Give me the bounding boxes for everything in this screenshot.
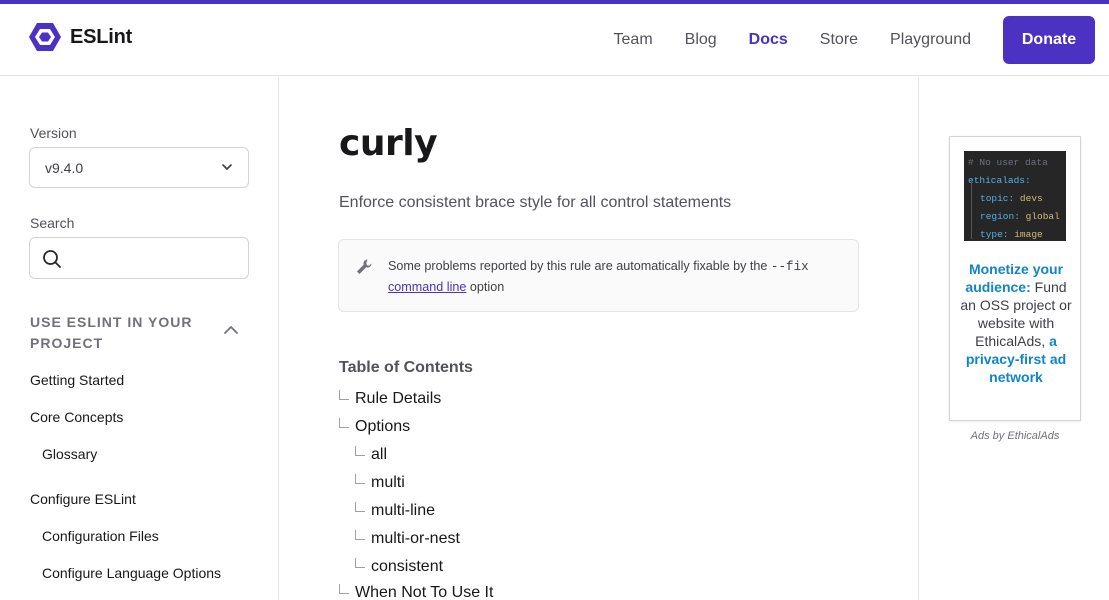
toc-item-label: Options (355, 418, 411, 435)
tree-branch-icon (355, 558, 365, 568)
fixable-notice-after: option (466, 280, 505, 294)
sidebar-item-getting-started[interactable]: Getting Started (30, 372, 124, 388)
ad-code-line: type: image (968, 226, 1066, 241)
nav-playground[interactable]: Playground (890, 31, 971, 49)
search-icon (43, 250, 61, 268)
sidebar-section-title: USE ESLINT IN YOUR PROJECT (30, 314, 193, 351)
fixable-notice: Some problems reported by this rule are … (338, 239, 859, 312)
search-label: Search (30, 215, 75, 231)
ad-code-comment: # No user data (968, 157, 1048, 168)
toc-title: Table of Contents (339, 359, 473, 376)
tree-branch-icon (339, 390, 349, 400)
search-input[interactable] (29, 237, 249, 279)
toc-item-all[interactable]: all (355, 446, 387, 464)
toc-item-label: consistent (371, 558, 444, 575)
ad-code-topic-key: topic: (980, 193, 1015, 204)
toc-item-when-not-to-use[interactable]: When Not To Use It (339, 584, 493, 600)
toc-item-consistent[interactable]: consistent (355, 558, 443, 576)
toc-item-multi-line[interactable]: multi-line (355, 502, 435, 520)
code-indent-guide (971, 179, 972, 239)
ad-byline[interactable]: Ads by EthicalAds (949, 430, 1081, 442)
page-title: curly (339, 123, 438, 164)
toc-item-options[interactable]: Options (339, 418, 410, 436)
sidebar-item-configure-eslint[interactable]: Configure ESLint (30, 491, 136, 507)
sidebar-item-configuration-files[interactable]: Configuration Files (42, 528, 159, 544)
fix-flag-code: --fix (770, 260, 809, 274)
sidebar-item-core-concepts[interactable]: Core Concepts (30, 409, 123, 425)
toc-item-label: all (371, 446, 388, 463)
tree-branch-icon (355, 446, 365, 456)
nav-team[interactable]: Team (614, 31, 653, 49)
ad-code-topic-value: devs (1019, 193, 1043, 204)
chevron-up-icon[interactable] (222, 324, 240, 336)
sidebar-item-configure-language-options[interactable]: Configure Language Options (42, 565, 221, 581)
version-label: Version (30, 125, 77, 141)
fixable-notice-text: Some problems reported by this rule are … (388, 256, 838, 297)
command-line-link[interactable]: command line (388, 280, 466, 294)
fixable-notice-before: Some problems reported by this rule are … (388, 259, 771, 273)
toc-item-rule-details[interactable]: Rule Details (339, 390, 441, 408)
ad-code-type-value: image (1014, 229, 1043, 240)
ad-code-key: ethicalads: (968, 175, 1031, 186)
donate-button[interactable]: Donate (1003, 16, 1095, 64)
toc-item-label: multi-line (371, 502, 436, 519)
docs-sidebar: Version v9.4.0 Search USE ESLINT IN YOUR… (0, 77, 279, 600)
site-header: ESLint Team Blog Docs Store Playground D… (0, 4, 1109, 76)
brand-name: ESLint (70, 25, 133, 48)
ad-code-line: topic: devs (968, 190, 1066, 208)
nav-blog[interactable]: Blog (685, 31, 717, 49)
toc-item-label: When Not To Use It (355, 584, 494, 600)
ad-code-region-value: global (1025, 211, 1060, 222)
primary-nav: Team Blog Docs Store Playground Donate (614, 16, 1095, 64)
tree-branch-icon (355, 530, 365, 540)
tree-branch-icon (339, 584, 349, 594)
rule-description: Enforce consistent brace style for all c… (339, 194, 732, 211)
nav-store[interactable]: Store (820, 31, 858, 49)
docs-content: curly Enforce consistent brace style for… (279, 77, 919, 600)
version-select[interactable]: v9.4.0 (29, 147, 249, 188)
toc-item-multi[interactable]: multi (355, 474, 405, 492)
version-value: v9.4.0 (45, 159, 84, 176)
ad-code-type-key: type: (980, 229, 1009, 240)
tree-branch-icon (355, 502, 365, 512)
ad-copy: Monetize your audience: Fund an OSS proj… (956, 260, 1076, 386)
ad-code-line: region: global (968, 208, 1066, 226)
toc-item-label: multi-or-nest (371, 530, 460, 547)
ad-rail: # No user data ethicalads: topic: devs r… (919, 77, 1109, 600)
ad-image: # No user data ethicalads: topic: devs r… (964, 151, 1066, 241)
toc-item-label: Rule Details (355, 390, 442, 407)
ethicalads-card[interactable]: # No user data ethicalads: topic: devs r… (949, 136, 1081, 421)
ad-code-region-key: region: (980, 211, 1020, 222)
wrench-icon (357, 259, 372, 274)
eslint-logo-link[interactable]: ESLint (29, 22, 132, 52)
tree-branch-icon (355, 474, 365, 484)
toc-item-label: multi (371, 474, 405, 491)
sidebar-item-glossary[interactable]: Glossary (42, 446, 97, 462)
eslint-logo-icon (29, 23, 61, 51)
tree-branch-icon (339, 418, 349, 428)
nav-docs[interactable]: Docs (749, 31, 788, 49)
chevron-down-icon (222, 164, 232, 170)
toc-item-multi-or-nest[interactable]: multi-or-nest (355, 530, 460, 548)
